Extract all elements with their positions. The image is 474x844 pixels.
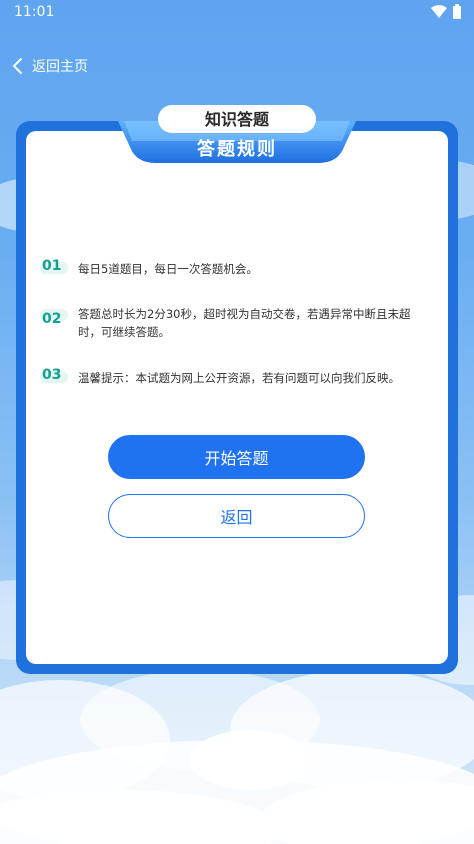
rule-text: 每日5道题目，每日一次答题机会。 — [78, 262, 258, 276]
rule-number: 01 — [40, 258, 78, 278]
rule-item: 03 温馨提示：本试题为网上公开资源，若有问题可以向我们反映。 — [40, 367, 432, 387]
status-bar: 11:01 — [0, 0, 474, 26]
chevron-left-icon — [12, 58, 22, 74]
rule-item: 02 答题总时长为2分30秒，超时视为自动交卷，若遇异常中断且未超时，可继续答题… — [40, 305, 432, 341]
rules-card — [16, 121, 458, 674]
rule-text: 答题总时长为2分30秒，超时视为自动交卷，若遇异常中断且未超时，可继续答题。 — [78, 307, 411, 339]
rules-card-body — [26, 131, 448, 664]
back-button[interactable]: 返回 — [108, 494, 365, 538]
rule-number: 03 — [40, 367, 78, 387]
battery-icon — [453, 4, 461, 19]
rule-text: 温馨提示：本试题为网上公开资源，若有问题可以向我们反映。 — [78, 371, 400, 385]
back-to-home-link[interactable]: 返回主页 — [12, 52, 88, 80]
status-icons — [431, 4, 462, 19]
start-quiz-button[interactable]: 开始答题 — [108, 435, 365, 479]
rule-item: 01 每日5道题目，每日一次答题机会。 — [40, 258, 432, 278]
status-time: 11:01 — [14, 4, 55, 20]
banner-main-title: 答题规则 — [197, 139, 277, 160]
rule-number: 02 — [40, 305, 78, 341]
back-to-home-label: 返回主页 — [32, 59, 88, 75]
banner-top-title: 知识答题 — [204, 110, 269, 129]
wifi-icon — [431, 4, 447, 18]
